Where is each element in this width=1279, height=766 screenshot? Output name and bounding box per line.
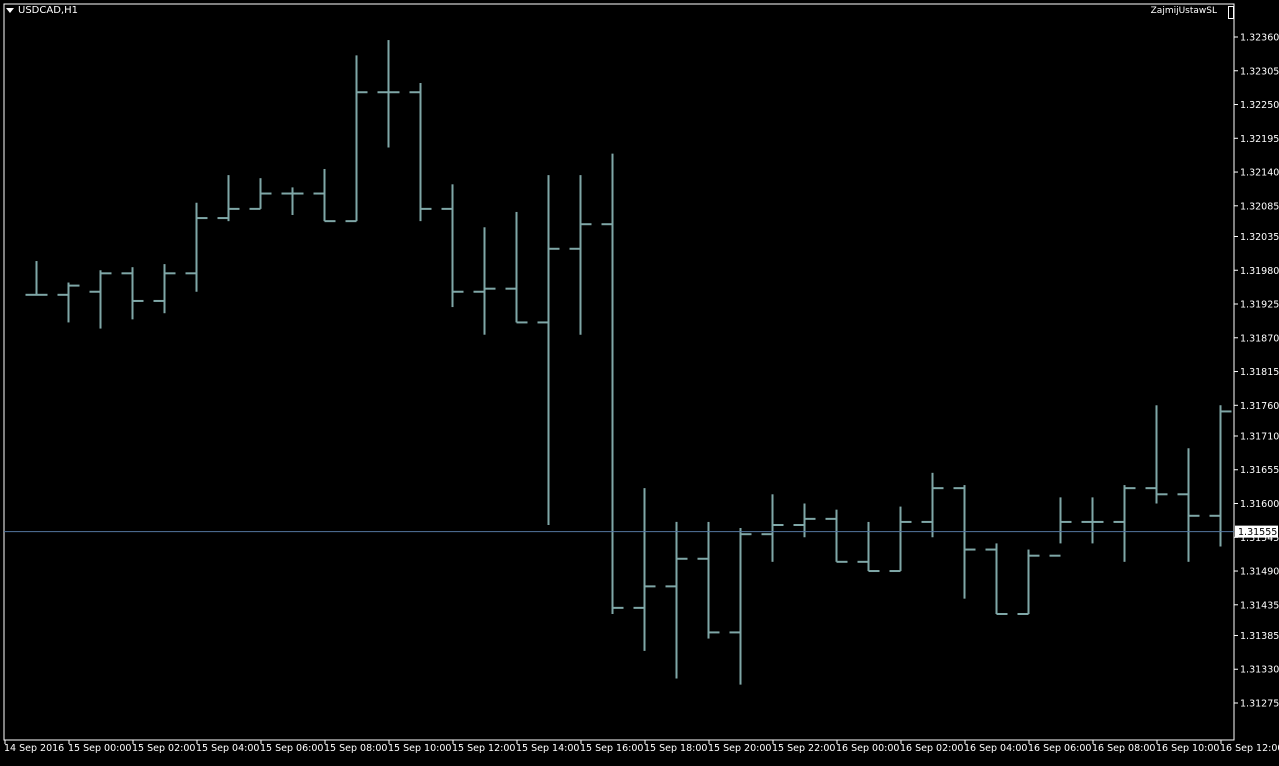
ohlc-bar[interactable] <box>633 488 656 651</box>
ohlc-bar[interactable] <box>793 503 816 538</box>
x-tick-label: 15 Sep 06:00 <box>260 743 323 754</box>
y-tick-label: 1.31760 <box>1240 401 1279 412</box>
x-tick-label: 16 Sep 04:00 <box>964 743 1027 754</box>
x-tick-label: 15 Sep 04:00 <box>196 743 259 754</box>
ohlc-bar[interactable] <box>505 211 528 324</box>
x-tick-label: 15 Sep 10:00 <box>388 743 451 754</box>
ohlc-bar[interactable] <box>153 264 176 314</box>
ohlc-bar[interactable] <box>825 509 848 563</box>
ohlc-bar[interactable] <box>217 175 240 222</box>
ohlc-bar[interactable] <box>889 506 912 573</box>
plot-frame <box>3 3 1235 741</box>
ohlc-bar[interactable] <box>665 521 688 679</box>
x-tick-label: 16 Sep 02:00 <box>900 743 963 754</box>
ohlc-bar[interactable] <box>985 543 1008 615</box>
ohlc-bar[interactable] <box>377 40 400 148</box>
ohlc-bar[interactable] <box>921 472 944 538</box>
symbol-label[interactable]: USDCAD,H1 <box>6 5 78 16</box>
y-tick-label: 1.31435 <box>1240 600 1279 611</box>
ohlc-bar[interactable] <box>729 528 752 685</box>
ohlc-bar[interactable] <box>1081 497 1104 544</box>
ohlc-bar[interactable] <box>1049 497 1072 557</box>
ohlc-bar[interactable] <box>409 83 432 222</box>
y-tick-label: 1.31870 <box>1240 333 1279 344</box>
x-tick-label: 16 Sep 08:00 <box>1092 743 1155 754</box>
y-tick-label: 1.31490 <box>1240 567 1279 578</box>
x-tick-label: 14 Sep 2016 <box>4 743 64 754</box>
ohlc-bar[interactable] <box>441 184 464 308</box>
ohlc-bar[interactable] <box>57 282 80 323</box>
x-tick-label: 15 Sep 12:00 <box>452 743 515 754</box>
ohlc-bar[interactable] <box>537 175 560 525</box>
y-tick-label: 1.32305 <box>1240 66 1279 77</box>
ohlc-bar[interactable] <box>1209 405 1232 547</box>
x-tick-label: 15 Sep 22:00 <box>772 743 835 754</box>
y-tick-label: 1.31330 <box>1240 665 1279 676</box>
ohlc-bar[interactable] <box>1145 405 1168 504</box>
y-tick-label: 1.31275 <box>1240 699 1279 710</box>
ohlc-bar[interactable] <box>953 485 976 599</box>
x-tick-label: 15 Sep 18:00 <box>644 743 707 754</box>
ohlc-bar[interactable] <box>345 55 368 223</box>
ohlc-bar[interactable] <box>1113 485 1136 562</box>
y-tick-label: 1.31815 <box>1240 367 1279 378</box>
ohlc-bar[interactable] <box>761 494 784 562</box>
chart-area[interactable]: 1.32360 1.32305 1.32250 1.32195 1.32140 1.320… <box>0 0 1279 762</box>
x-tick-label: 16 Sep 10:00 <box>1156 743 1219 754</box>
y-tick-label: 1.31655 <box>1240 465 1279 476</box>
symbol-text: USDCAD,H1 <box>18 5 78 16</box>
x-tick-label: 15 Sep 08:00 <box>324 743 387 754</box>
y-tick-label: 1.31710 <box>1240 431 1279 442</box>
triangle-down-icon[interactable] <box>6 8 14 13</box>
ohlc-bar[interactable] <box>1177 448 1200 562</box>
ohlc-bar[interactable] <box>1017 549 1040 615</box>
y-tick-label: 1.31385 <box>1240 631 1279 642</box>
ohlc-bar[interactable] <box>857 521 880 573</box>
y-tick-label: 1.32035 <box>1240 232 1279 243</box>
y-tick-label: 1.32195 <box>1240 134 1279 145</box>
x-tick-label: 16 Sep 12:00 <box>1220 743 1279 754</box>
ohlc-bar[interactable] <box>569 175 592 335</box>
y-tick-label: 1.32085 <box>1240 201 1279 212</box>
ohlc-bar[interactable] <box>185 202 208 292</box>
ea-status-icon[interactable] <box>1228 6 1234 19</box>
x-tick-label: 15 Sep 00:00 <box>68 743 131 754</box>
ohlc-bar[interactable] <box>249 178 272 210</box>
expert-advisor-name: ZajmijUstawSL <box>1150 6 1217 16</box>
ohlc-bar[interactable] <box>25 261 48 296</box>
ohlc-bar[interactable] <box>89 270 112 329</box>
ohlc-bar[interactable] <box>601 153 624 614</box>
y-tick-label: 1.31925 <box>1240 300 1279 311</box>
x-tick-label: 15 Sep 16:00 <box>580 743 643 754</box>
ohlc-bar[interactable] <box>313 168 336 223</box>
ohlc-chart[interactable]: 1.32360 1.32305 1.32250 1.32195 1.32140 1.320… <box>0 0 1279 762</box>
y-tick-label: 1.32250 <box>1240 100 1279 111</box>
ohlc-bar[interactable] <box>121 267 144 320</box>
ohlc-bar[interactable] <box>473 227 496 335</box>
x-tick-label: 15 Sep 20:00 <box>708 743 771 754</box>
current-price-label: 1.31555 <box>1238 527 1277 538</box>
x-tick-label: 15 Sep 02:00 <box>132 743 195 754</box>
y-tick-label: 1.32140 <box>1240 168 1279 179</box>
ohlc-bar[interactable] <box>281 187 304 216</box>
x-tick-label: 16 Sep 06:00 <box>1028 743 1091 754</box>
ohlc-bar[interactable] <box>697 521 720 639</box>
x-tick-label: 16 Sep 00:00 <box>836 743 899 754</box>
y-tick-label: 1.31600 <box>1240 499 1279 510</box>
x-tick-label: 15 Sep 14:00 <box>516 743 579 754</box>
y-tick-label: 1.32360 <box>1240 33 1279 44</box>
y-tick-label: 1.31980 <box>1240 266 1279 277</box>
